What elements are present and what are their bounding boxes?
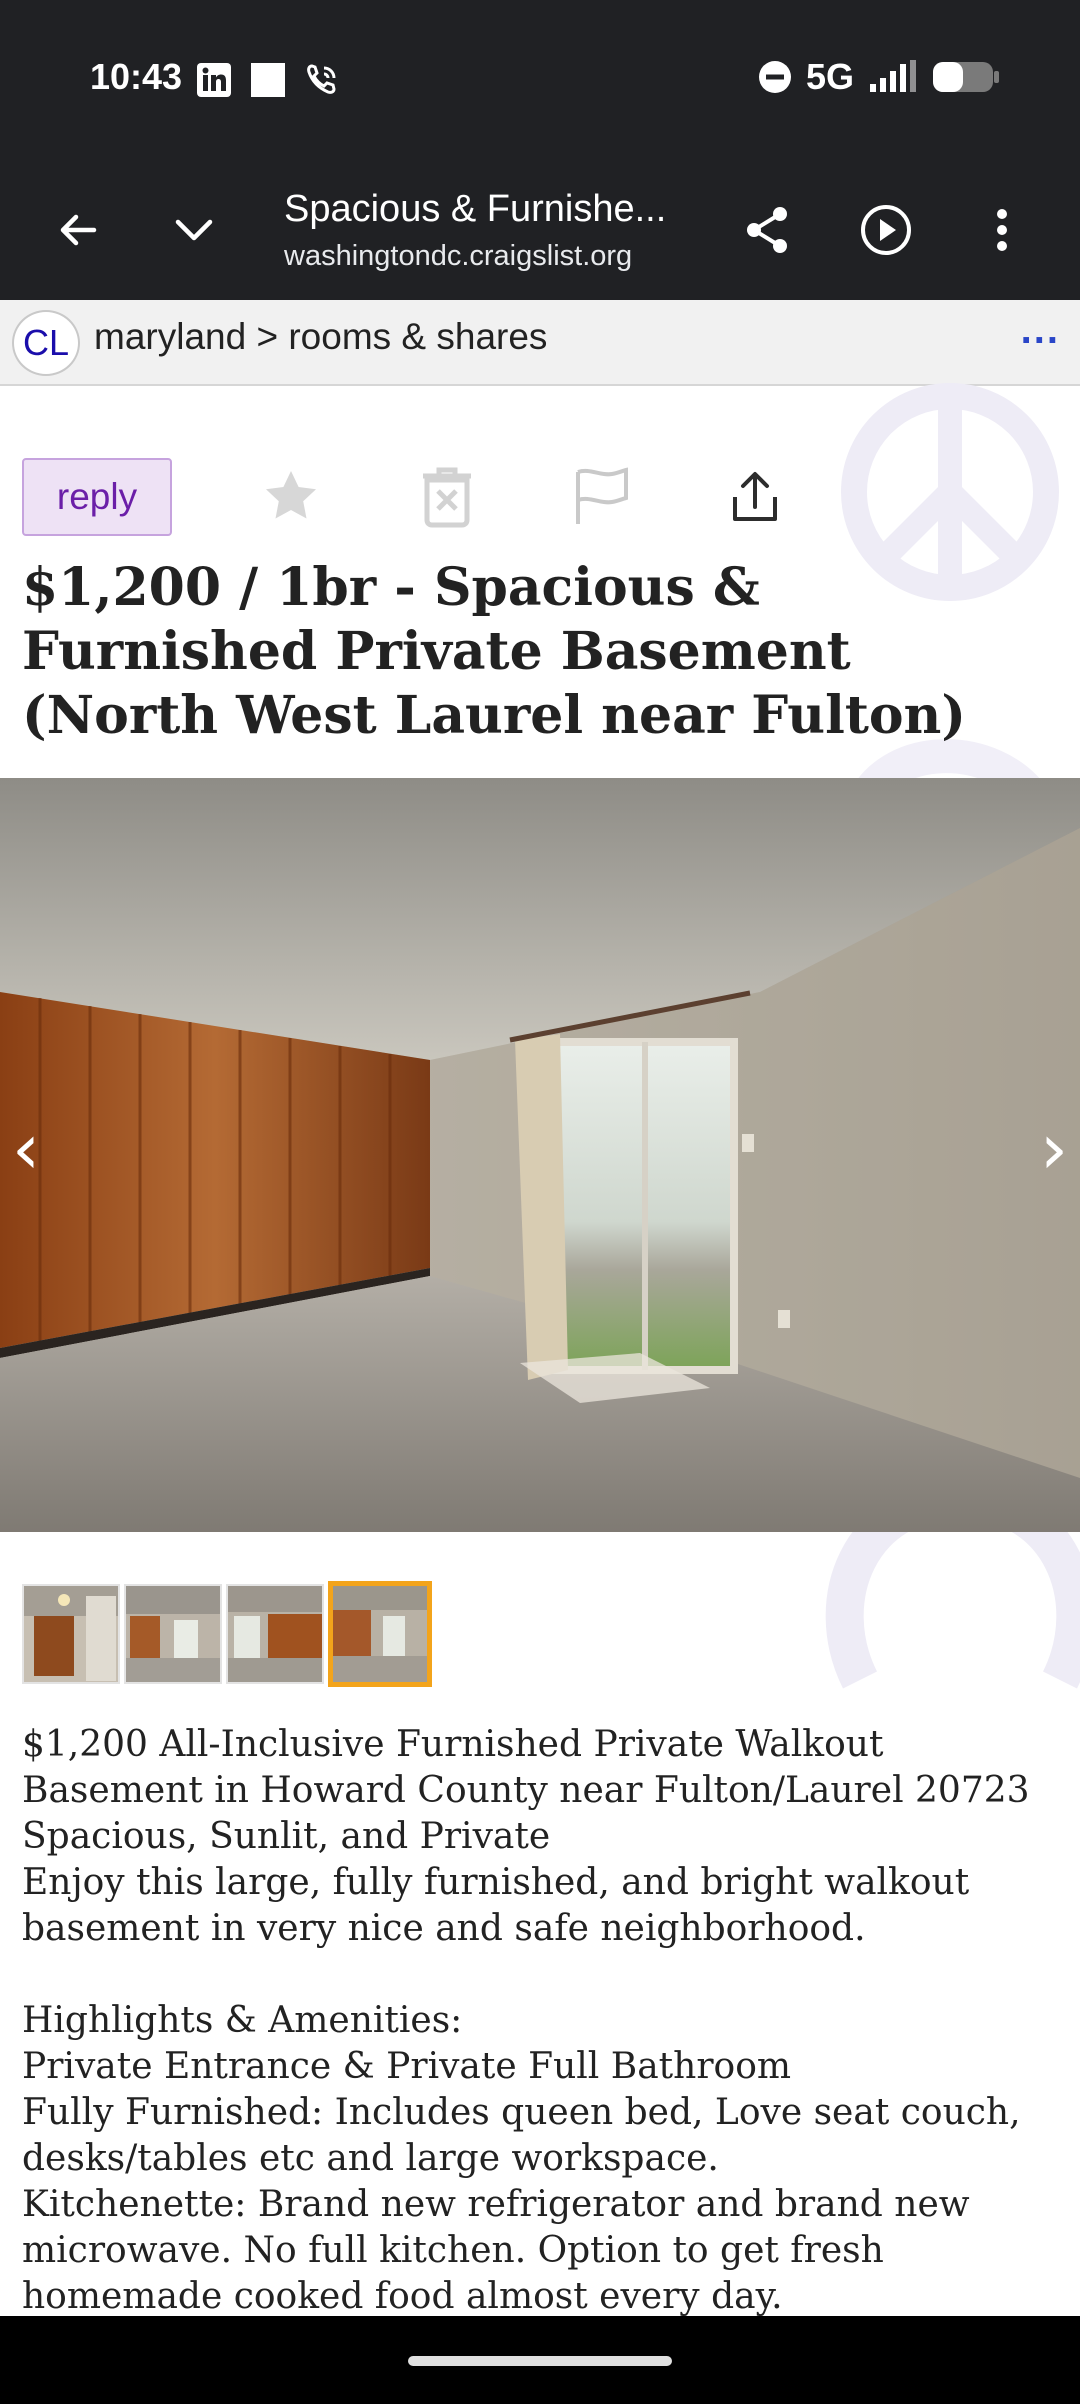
battery-icon	[933, 62, 999, 92]
share-icon	[747, 207, 787, 253]
system-navigation-bar	[0, 2316, 1080, 2404]
share-posting-button[interactable]	[720, 462, 790, 532]
reply-button[interactable]: reply	[22, 458, 172, 536]
linkedin-icon	[196, 62, 232, 103]
status-bar: 10:43 5G	[0, 0, 1080, 160]
posting-title: $1,200 / 1br - Spacious & Furnished Priv…	[22, 557, 966, 746]
listen-button[interactable]	[856, 200, 916, 260]
back-button[interactable]	[48, 200, 108, 260]
main-photo	[0, 778, 1080, 1532]
status-right-cluster: 5G	[758, 56, 1000, 98]
posting-body: $1,200 All-Inclusive Furnished Private W…	[22, 1724, 1030, 2317]
square-icon	[250, 62, 286, 103]
status-time: 10:43	[90, 56, 183, 97]
flag-icon	[576, 467, 628, 524]
favorite-button[interactable]	[256, 462, 326, 532]
more-vertical-icon	[997, 209, 1007, 251]
chevron-down-icon	[175, 219, 213, 241]
breadcrumb-path[interactable]: maryland > rooms & shares	[94, 316, 547, 358]
flag-button[interactable]	[566, 462, 636, 532]
thumbnail-3[interactable]	[226, 1584, 324, 1684]
signal-icon	[870, 60, 916, 92]
browser-toolbar: Spacious & Furnishe... washingtondc.crai…	[0, 160, 1080, 300]
dnd-icon	[758, 61, 791, 93]
hide-button[interactable]	[412, 462, 482, 532]
more-options-button[interactable]	[972, 200, 1032, 260]
image-gallery[interactable]: ‹ ›	[0, 778, 1080, 1532]
gallery-prev-button[interactable]: ‹	[12, 1108, 40, 1190]
thumbnail-strip	[22, 1581, 432, 1687]
wifi-call-icon	[304, 62, 340, 103]
home-gesture-handle[interactable]	[408, 2356, 672, 2366]
breadcrumb-more-button[interactable]: ...	[1021, 308, 1060, 353]
thumbnail-2[interactable]	[124, 1584, 222, 1684]
network-type-label: 5G	[805, 56, 854, 97]
thumbnail-4[interactable]	[328, 1581, 432, 1687]
arrow-left-icon	[60, 214, 97, 246]
tab-title: Spacious & Furnishe...	[284, 188, 667, 230]
thumbnail-1[interactable]	[22, 1584, 120, 1684]
page-url: washingtondc.craigslist.org	[284, 240, 633, 272]
trash-x-icon	[423, 467, 471, 528]
share-button[interactable]	[738, 200, 798, 260]
gallery-next-button[interactable]: ›	[1040, 1108, 1068, 1190]
play-circle-icon	[861, 205, 911, 255]
minimize-button[interactable]	[164, 200, 224, 260]
star-icon	[266, 471, 316, 519]
upload-share-icon	[733, 472, 777, 521]
breadcrumb: CL maryland > rooms & shares ...	[0, 300, 1080, 386]
craigslist-logo[interactable]: CL	[12, 310, 80, 376]
